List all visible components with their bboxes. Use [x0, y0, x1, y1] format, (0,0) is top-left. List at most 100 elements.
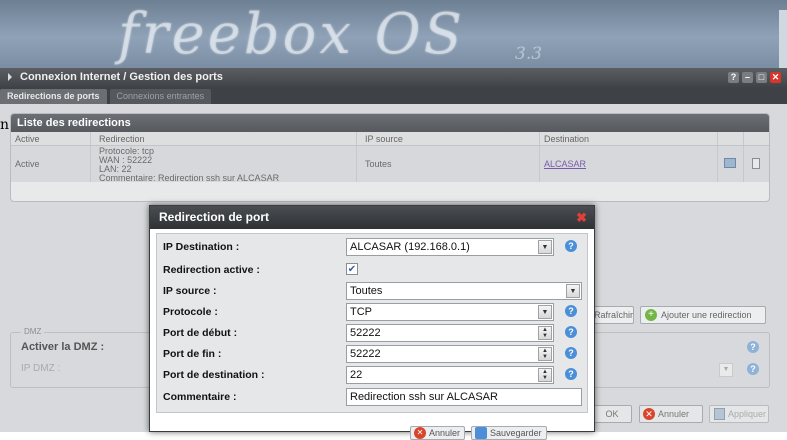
field-redirection-active: Redirection active : ✔ — [157, 261, 589, 279]
field-port-debut: Port de début : 52222 ▲ ▼ ? — [157, 324, 589, 342]
commentaire-label: Commentaire : — [163, 391, 237, 403]
dialog-titlebar[interactable]: Redirection de port ✖ — [150, 206, 594, 229]
spinner-icon[interactable]: ▲ ▼ — [538, 326, 552, 340]
cell-edit — [718, 146, 744, 182]
ip-source-label: IP source : — [163, 285, 217, 297]
protocole-value: TCP — [350, 306, 372, 318]
help-icon[interactable]: ? — [565, 240, 577, 252]
close-icon[interactable]: ✖ — [576, 211, 587, 224]
help-icon[interactable]: ? — [565, 368, 577, 380]
cell-active: Active — [11, 146, 91, 182]
port-debut-input[interactable]: 52222 ▲ ▼ — [346, 324, 554, 342]
help-icon[interactable]: ? — [565, 347, 577, 359]
help-icon[interactable]: ? — [747, 341, 759, 353]
cell-delete — [744, 146, 769, 182]
port-destination-input[interactable]: 22 ▲ ▼ — [346, 366, 554, 384]
refresh-label: Rafraîchir — [594, 310, 634, 320]
banner-edge — [779, 10, 787, 68]
window-controls: ? – □ ✕ — [728, 72, 781, 83]
cancel-label: Annuler — [658, 409, 690, 419]
add-redirection-label: Ajouter une redirection — [661, 310, 752, 320]
redirection-wan: WAN : 52222 — [99, 155, 153, 165]
tab-redirections-de-ports[interactable]: Redirections de ports — [0, 89, 107, 104]
help-icon[interactable]: ? — [728, 72, 739, 83]
commentaire-input[interactable]: Redirection ssh sur ALCASAR — [346, 388, 582, 406]
freebox-banner: freebox OS 3.3 — [0, 0, 787, 68]
protocole-select[interactable]: TCP ▼ — [346, 303, 554, 321]
ip-destination-select[interactable]: ALCASAR (192.168.0.1) ▼ — [346, 238, 554, 256]
help-icon[interactable]: ? — [565, 326, 577, 338]
port-destination-label: Port de destination : — [163, 369, 265, 381]
port-debut-value: 52222 — [350, 327, 381, 339]
field-port-destination: Port de destination : 22 ▲ ▼ ? — [157, 366, 589, 384]
column-header-redirection[interactable]: Redirection — [91, 132, 357, 145]
add-redirection-button[interactable]: + Ajouter une redirection — [640, 306, 766, 324]
commentaire-value: Redirection ssh sur ALCASAR — [350, 391, 498, 403]
collapse-triangle-icon[interactable] — [8, 73, 12, 81]
maximize-icon[interactable]: □ — [756, 72, 767, 83]
dialog-save-label: Sauvegarder — [490, 428, 542, 438]
port-fin-label: Port de fin : — [163, 348, 222, 360]
redirections-panel: Liste des redirections Active Redirectio… — [10, 113, 770, 202]
dmz-dropdown-arrow-icon[interactable]: ▼ — [719, 363, 733, 377]
apply-button[interactable]: Appliquer — [709, 405, 769, 423]
dialog-cancel-button[interactable]: ✕ Annuler — [410, 426, 466, 440]
dmz-ip-label: IP DMZ : — [21, 363, 61, 374]
chevron-down-icon[interactable]: ▼ — [566, 284, 580, 298]
field-port-fin: Port de fin : 52222 ▲ ▼ ? — [157, 345, 589, 363]
cell-redirection: Protocole: tcp WAN : 52222 LAN: 22 Comme… — [91, 146, 357, 183]
port-redirection-dialog: Redirection de port ✖ IP Destination : A… — [149, 205, 595, 440]
destination-link[interactable]: ALCASAR — [544, 159, 586, 169]
cancel-icon: ✕ — [414, 427, 426, 439]
floppy-icon — [714, 408, 725, 420]
dialog-save-button[interactable]: Sauvegarder — [471, 426, 547, 440]
ip-destination-value: ALCASAR (192.168.0.1) — [350, 241, 470, 253]
close-icon[interactable]: ✕ — [770, 72, 781, 83]
help-icon[interactable]: ? — [747, 363, 759, 375]
window-title: Connexion Internet / Gestion des ports — [20, 71, 223, 83]
protocole-label: Protocole : — [163, 306, 218, 318]
tab-connexions-entrantes[interactable]: Connexions entrantes — [109, 89, 212, 104]
plus-icon: + — [645, 309, 657, 321]
chevron-down-icon[interactable]: ▼ — [538, 305, 552, 319]
spinner-icon[interactable]: ▲ ▼ — [538, 347, 552, 361]
redirection-active-checkbox[interactable]: ✔ — [346, 263, 358, 275]
column-header-ip-source[interactable]: IP source — [357, 132, 540, 145]
floppy-icon — [475, 427, 488, 439]
chevron-down-icon[interactable]: ▼ — [538, 240, 552, 254]
field-ip-source: IP source : Toutes ▼ — [157, 282, 589, 300]
redirection-comment: Commentaire: Redirection ssh sur ALCASAR — [99, 173, 280, 183]
apply-label: Appliquer — [728, 409, 767, 419]
ip-destination-label: IP Destination : — [163, 241, 240, 253]
cancel-button[interactable]: ✕ Annuler — [639, 405, 703, 423]
dialog-form: IP Destination : ALCASAR (192.168.0.1) ▼… — [156, 233, 588, 413]
field-protocole: Protocole : TCP ▼ ? — [157, 303, 589, 321]
cell-ip-source: Toutes — [357, 146, 540, 182]
trash-icon[interactable] — [752, 158, 760, 169]
spinner-icon[interactable]: ▲ ▼ — [538, 368, 552, 382]
port-destination-value: 22 — [350, 369, 363, 381]
help-icon[interactable]: ? — [565, 305, 577, 317]
tab-bar: Redirections de ports Connexions entrant… — [0, 87, 787, 104]
dialog-title: Redirection de port — [159, 210, 270, 224]
edit-icon[interactable] — [724, 158, 736, 168]
field-commentaire: Commentaire : Redirection ssh sur ALCASA… — [157, 388, 589, 406]
clipped-text: n — [0, 117, 10, 133]
minimize-icon[interactable]: – — [742, 72, 753, 83]
dmz-activate-label: Activer la DMZ : — [21, 341, 105, 353]
version-label: 3.3 — [515, 44, 543, 64]
dialog-cancel-label: Annuler — [429, 428, 461, 438]
dmz-legend: DMZ — [21, 327, 45, 336]
table-row[interactable]: Active Protocole: tcp WAN : 52222 LAN: 2… — [11, 146, 769, 183]
window-titlebar[interactable]: Connexion Internet / Gestion des ports ?… — [0, 68, 787, 87]
port-fin-input[interactable]: 52222 ▲ ▼ — [346, 345, 554, 363]
column-header-destination[interactable]: Destination — [540, 132, 718, 145]
ok-button[interactable]: OK — [592, 405, 632, 423]
ip-source-select[interactable]: Toutes ▼ — [346, 282, 582, 300]
cancel-icon: ✕ — [643, 408, 655, 420]
panel-title: Liste des redirections — [11, 114, 769, 132]
port-fin-value: 52222 — [350, 348, 381, 360]
table-header: Active Redirection IP source Destination — [11, 132, 769, 146]
dialog-footer: ✕ Annuler Sauvegarder — [410, 426, 547, 440]
column-header-active[interactable]: Active — [11, 132, 91, 145]
